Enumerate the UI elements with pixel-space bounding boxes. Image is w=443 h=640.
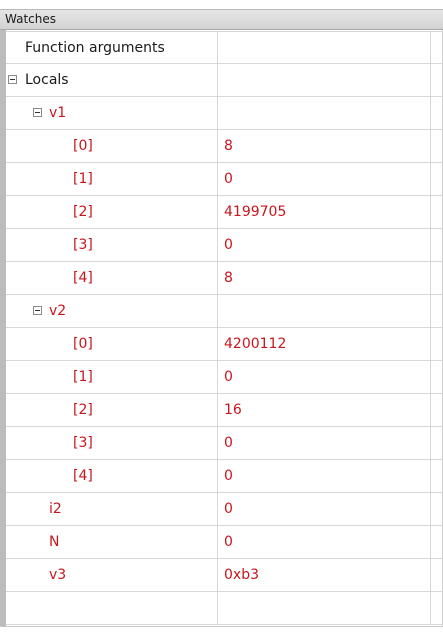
watch-value-cell[interactable]: [219, 592, 431, 624]
watch-extra-cell: [431, 328, 443, 360]
watch-name: [0]: [73, 336, 93, 352]
watch-value-cell[interactable]: 0: [219, 493, 431, 525]
watch-name-cell[interactable]: [3]: [6, 229, 218, 261]
collapse-icon[interactable]: [8, 75, 17, 84]
top-strip: [0, 0, 443, 9]
watch-extra-cell: [431, 493, 443, 525]
watch-row[interactable]: [4] 8: [6, 262, 443, 295]
watch-value-cell[interactable]: [219, 32, 431, 64]
watch-name: i2: [49, 501, 62, 517]
watch-row[interactable]: v2: [6, 295, 443, 328]
watch-grid: Function arguments Locals v1 [0] 8 [1] 0…: [6, 31, 443, 625]
watch-name: [3]: [73, 435, 93, 451]
watch-extra-cell: [431, 559, 443, 591]
watch-row[interactable]: Locals: [6, 64, 443, 97]
watch-name: [4]: [73, 270, 93, 286]
watch-value-cell[interactable]: 8: [219, 262, 431, 294]
watch-extra-cell: [431, 64, 443, 96]
watch-name-cell[interactable]: [2]: [6, 394, 218, 426]
watch-name-cell[interactable]: [1]: [6, 163, 218, 195]
watch-name-cell[interactable]: i2: [6, 493, 218, 525]
watch-name: [2]: [73, 402, 93, 418]
watch-row[interactable]: v3 0xb3: [6, 559, 443, 592]
watch-row[interactable]: [4] 0: [6, 460, 443, 493]
watch-name-cell[interactable]: Function arguments: [6, 32, 218, 64]
panel-title: Watches: [0, 9, 443, 30]
watch-row[interactable]: [1] 0: [6, 163, 443, 196]
watch-name-cell[interactable]: Locals: [6, 64, 218, 96]
watch-value-cell[interactable]: [219, 64, 431, 96]
watch-row[interactable]: [2] 4199705: [6, 196, 443, 229]
watch-row[interactable]: i2 0: [6, 493, 443, 526]
watch-value-cell[interactable]: 0: [219, 427, 431, 459]
panel-bottom: [0, 626, 443, 640]
watch-extra-cell: [431, 592, 443, 624]
watch-row[interactable]: [3] 0: [6, 229, 443, 262]
watch-value-cell[interactable]: 0: [219, 460, 431, 492]
watch-value-cell[interactable]: 16: [219, 394, 431, 426]
collapse-icon[interactable]: [33, 108, 42, 117]
watch-extra-cell: [431, 295, 443, 327]
watch-extra-cell: [431, 32, 443, 64]
watch-name: v1: [49, 105, 67, 121]
watch-value-cell[interactable]: [219, 295, 431, 327]
watch-extra-cell: [431, 394, 443, 426]
watch-row-empty[interactable]: [6, 592, 443, 625]
watch-value-cell[interactable]: 0: [219, 526, 431, 558]
watch-row[interactable]: [3] 0: [6, 427, 443, 460]
watch-row[interactable]: v1: [6, 97, 443, 130]
watch-row[interactable]: [2] 16: [6, 394, 443, 427]
watch-name-cell[interactable]: [4]: [6, 460, 218, 492]
watch-value-cell[interactable]: 4200112: [219, 328, 431, 360]
watch-value-cell[interactable]: 0xb3: [219, 559, 431, 591]
watch-extra-cell: [431, 361, 443, 393]
watch-extra-cell: [431, 427, 443, 459]
watch-extra-cell: [431, 196, 443, 228]
watch-name-cell[interactable]: [6, 592, 218, 624]
watch-extra-cell: [431, 97, 443, 129]
watch-extra-cell: [431, 460, 443, 492]
watch-name: v2: [49, 303, 67, 319]
watch-name-cell[interactable]: v1: [6, 97, 218, 129]
watch-value-cell[interactable]: 0: [219, 163, 431, 195]
watch-extra-cell: [431, 262, 443, 294]
watch-name-cell[interactable]: [4]: [6, 262, 218, 294]
watch-name: [1]: [73, 171, 93, 187]
watch-name: N: [49, 534, 60, 550]
watch-name: [2]: [73, 204, 93, 220]
watch-name-cell[interactable]: N: [6, 526, 218, 558]
watch-name-cell[interactable]: [0]: [6, 328, 218, 360]
collapse-icon[interactable]: [33, 306, 42, 315]
watch-name-cell[interactable]: [2]: [6, 196, 218, 228]
watch-name: Locals: [25, 72, 69, 88]
watch-name-cell[interactable]: [3]: [6, 427, 218, 459]
watch-extra-cell: [431, 526, 443, 558]
watch-extra-cell: [431, 130, 443, 162]
watch-row[interactable]: [0] 8: [6, 130, 443, 163]
watch-name: Function arguments: [25, 40, 165, 56]
watch-row[interactable]: [0] 4200112: [6, 328, 443, 361]
watch-value-cell[interactable]: 0: [219, 361, 431, 393]
watch-extra-cell: [431, 229, 443, 261]
watches-panel: Watches Function arguments Locals v1 [0]…: [0, 0, 443, 640]
watch-name-cell[interactable]: v2: [6, 295, 218, 327]
watch-value-cell[interactable]: [219, 97, 431, 129]
watch-name: [3]: [73, 237, 93, 253]
watch-value-cell[interactable]: 4199705: [219, 196, 431, 228]
watch-row[interactable]: Function arguments: [6, 31, 443, 64]
watch-value-cell[interactable]: 8: [219, 130, 431, 162]
watch-name: [1]: [73, 369, 93, 385]
watch-row[interactable]: [1] 0: [6, 361, 443, 394]
watch-value-cell[interactable]: 0: [219, 229, 431, 261]
watch-name-cell[interactable]: v3: [6, 559, 218, 591]
watch-extra-cell: [431, 163, 443, 195]
watch-name-cell[interactable]: [0]: [6, 130, 218, 162]
watch-name: [4]: [73, 468, 93, 484]
watch-row[interactable]: N 0: [6, 526, 443, 559]
watch-name-cell[interactable]: [1]: [6, 361, 218, 393]
watch-name: v3: [49, 567, 67, 583]
watch-name: [0]: [73, 138, 93, 154]
